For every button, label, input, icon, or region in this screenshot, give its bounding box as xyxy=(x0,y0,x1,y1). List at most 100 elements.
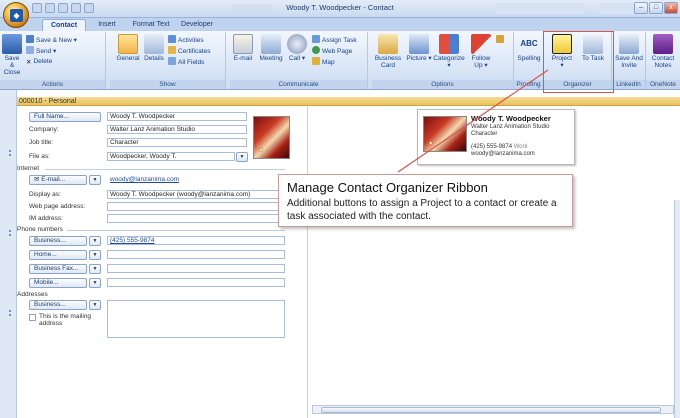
phone-home-dropdown[interactable]: ▼ xyxy=(89,250,101,260)
email-button[interactable]: E-mail xyxy=(230,34,256,62)
lock-button[interactable] xyxy=(496,35,506,45)
photo-art-icon: ★ xyxy=(257,147,265,155)
full-name-field[interactable]: Woody T. Woodpecker xyxy=(107,112,247,121)
ribbon-tabs: Contact Insert Format Text Developer xyxy=(0,18,680,31)
save-icon[interactable] xyxy=(32,3,42,13)
group-label-onenote: OneNote xyxy=(646,80,680,89)
group-onenote: Contact Notes OneNote xyxy=(646,32,680,89)
up-arrow-icon[interactable] xyxy=(71,3,81,13)
delete-icon: ✕ xyxy=(26,59,32,66)
business-card-icon xyxy=(378,34,398,54)
email-button-form[interactable]: ✉ E-mail... xyxy=(29,175,87,185)
business-card-preview[interactable]: ★ Woody T. Woodpecker Walter Lanz Animat… xyxy=(417,109,575,165)
flag-icon xyxy=(471,34,491,54)
tab-developer[interactable]: Developer xyxy=(178,19,216,31)
office-logo-icon: ◆ xyxy=(10,9,23,22)
edge-dot xyxy=(9,314,11,316)
categorize-button[interactable]: Categorize ▾ xyxy=(432,34,466,69)
activities-label: Activities xyxy=(178,37,204,44)
phone-home-button[interactable]: Home... xyxy=(29,250,87,260)
file-as-dropdown[interactable]: ▼ xyxy=(236,152,248,162)
tab-format-text[interactable]: Format Text xyxy=(128,19,174,31)
business-card-button[interactable]: Business Card xyxy=(372,34,404,69)
contact-notes-button[interactable]: Contact Notes xyxy=(647,34,679,69)
office-button[interactable]: ◆ xyxy=(3,2,29,28)
scroll-thumb[interactable] xyxy=(321,407,661,413)
call-button[interactable]: Call ▾ xyxy=(286,34,308,62)
full-name-button[interactable]: Full Name... xyxy=(29,112,101,122)
file-as-field[interactable]: Woodpecker, Woody T. xyxy=(107,152,235,161)
delete-label: Delete xyxy=(33,58,53,65)
follow-up-button[interactable]: Follow Up ▾ xyxy=(468,34,494,69)
phone-home-field[interactable] xyxy=(107,250,285,259)
address-field[interactable] xyxy=(107,300,285,338)
contact-photo[interactable]: ★ xyxy=(253,116,290,159)
certificates-button[interactable]: Certificates xyxy=(168,46,211,56)
details-label: Details xyxy=(144,55,164,62)
business-card-photo: ★ xyxy=(423,116,467,152)
business-card-phone-type: Work xyxy=(513,144,528,150)
save-invite-button[interactable]: Save And Invite xyxy=(613,34,645,69)
maximize-button[interactable]: □ xyxy=(649,2,663,14)
callout-tooltip: Manage Contact Organizer Ribbon Addition… xyxy=(278,174,573,227)
job-title-field[interactable]: Character xyxy=(107,138,247,147)
meeting-button[interactable]: Meeting xyxy=(256,34,286,62)
tab-insert[interactable]: Insert xyxy=(90,19,124,31)
save-new-label: Save & New xyxy=(36,37,72,44)
contact-notes-label: Contact Notes xyxy=(651,55,675,69)
meeting-label: Meeting xyxy=(259,55,283,62)
picture-button[interactable]: Picture ▾ xyxy=(406,34,432,62)
down-arrow-icon[interactable] xyxy=(84,3,94,13)
save-new-icon xyxy=(26,35,34,43)
redo-icon[interactable] xyxy=(58,3,68,13)
close-button[interactable]: x xyxy=(664,2,678,14)
phone-mobile-dropdown[interactable]: ▼ xyxy=(89,278,101,288)
assign-task-button[interactable]: Assign Task xyxy=(312,35,357,45)
web-page-field[interactable] xyxy=(107,202,285,211)
phone-business-field[interactable]: (425) 555-9874 xyxy=(107,236,285,245)
phone-business-button[interactable]: Business... xyxy=(29,236,87,246)
picture-label: Picture xyxy=(406,55,427,62)
phone-section-label: Phone numbers xyxy=(17,226,63,233)
address-type-dropdown[interactable]: ▼ xyxy=(89,300,101,310)
minimize-button[interactable]: – xyxy=(634,2,648,14)
phone-business-fax-button[interactable]: Business Fax... xyxy=(29,264,87,274)
save-new-button[interactable]: Save & New ▾ xyxy=(26,35,77,45)
details-button[interactable]: Details xyxy=(142,34,166,62)
spelling-button[interactable]: ABC Spelling xyxy=(515,34,543,62)
phone-mobile-field[interactable] xyxy=(107,278,285,287)
group-label-actions: Actions xyxy=(0,80,105,89)
undo-icon[interactable] xyxy=(45,3,55,13)
map-button[interactable]: Map xyxy=(312,57,335,67)
display-as-field[interactable]: Woody T. Woodpecker (woody@lanzanima.com… xyxy=(107,190,285,199)
send-button[interactable]: Send ▾ xyxy=(26,46,56,56)
save-close-button[interactable]: Save & Close xyxy=(2,34,22,76)
phone-mobile-button[interactable]: Mobile... xyxy=(29,278,87,288)
company-label: Company: xyxy=(29,126,59,133)
address-business-button[interactable]: Business... xyxy=(29,300,87,310)
all-fields-button[interactable]: All Fields xyxy=(168,57,204,67)
save-invite-label: Save And Invite xyxy=(615,55,643,69)
web-page-button[interactable]: Web Page xyxy=(312,46,352,56)
assign-task-icon xyxy=(312,35,320,43)
phone-business-fax-field[interactable] xyxy=(107,264,285,273)
delete-button[interactable]: ✕ Delete xyxy=(26,57,52,66)
spelling-label: Spelling xyxy=(517,55,541,62)
email-type-dropdown[interactable]: ▼ xyxy=(89,175,101,185)
im-address-field[interactable] xyxy=(107,214,285,223)
mailing-address-checkbox[interactable] xyxy=(29,314,36,321)
addresses-section-label: Addresses xyxy=(17,291,48,298)
phone-business-fax-dropdown[interactable]: ▼ xyxy=(89,264,101,274)
section-divider xyxy=(45,169,285,170)
company-field[interactable]: Walter Lanz Animation Studio xyxy=(107,125,247,134)
group-label-linkedin: LinkedIn xyxy=(612,80,645,89)
tab-contact[interactable]: Contact xyxy=(42,19,86,31)
phone-business-dropdown[interactable]: ▼ xyxy=(89,236,101,246)
general-button[interactable]: General xyxy=(116,34,140,62)
group-linkedin: Save And Invite LinkedIn xyxy=(612,32,646,89)
vertical-scrollbar[interactable] xyxy=(674,200,680,418)
activities-button[interactable]: Activities xyxy=(168,35,204,45)
horizontal-scrollbar[interactable] xyxy=(312,405,674,414)
email-field[interactable]: woody@lanzanima.com xyxy=(107,175,247,184)
display-as-label: Display as: xyxy=(29,191,61,198)
